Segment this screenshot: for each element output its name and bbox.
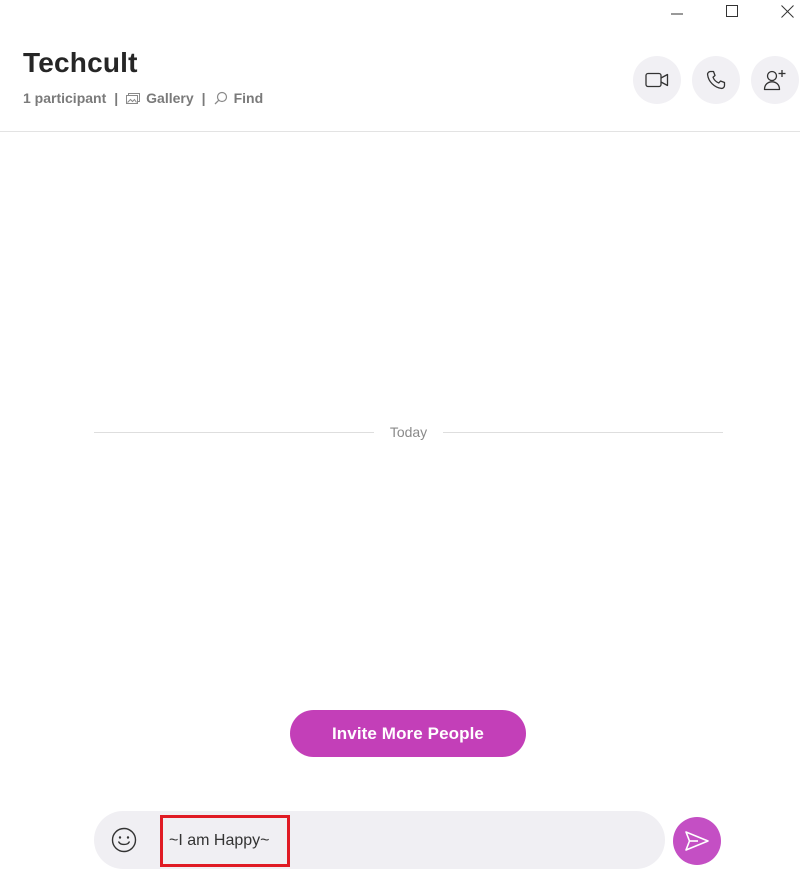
gallery-icon — [126, 93, 141, 104]
close-button[interactable] — [759, 0, 800, 22]
conversation-subbar: 1 participant | Gallery | Find — [23, 90, 263, 106]
add-people-icon — [763, 70, 786, 91]
message-input[interactable] — [160, 815, 290, 867]
maximize-icon — [726, 5, 738, 17]
add-people-button[interactable] — [751, 56, 799, 104]
video-call-icon — [645, 72, 669, 88]
invite-more-people-button[interactable]: Invite More People — [290, 710, 526, 757]
close-icon — [780, 4, 794, 18]
conversation-title[interactable]: Techcult — [23, 47, 138, 79]
audio-call-button[interactable] — [692, 56, 740, 104]
audio-call-icon — [706, 70, 726, 90]
send-icon — [685, 831, 709, 851]
divider-line — [443, 431, 724, 433]
send-button[interactable] — [673, 817, 721, 865]
gallery-link[interactable]: Gallery — [126, 90, 194, 106]
find-link[interactable]: Find — [214, 90, 264, 106]
divider-line — [94, 431, 374, 433]
date-divider: Today — [94, 422, 724, 442]
date-divider-label: Today — [389, 424, 428, 440]
separator: | — [114, 90, 119, 106]
minimize-icon — [671, 13, 683, 15]
find-label: Find — [233, 90, 264, 106]
emoji-button[interactable] — [110, 826, 138, 854]
maximize-button[interactable] — [704, 0, 760, 22]
search-icon — [214, 91, 227, 105]
minimize-button[interactable] — [649, 0, 705, 22]
gallery-label: Gallery — [146, 90, 194, 106]
emoji-icon — [111, 827, 137, 853]
header-divider — [0, 131, 800, 132]
participants-link[interactable]: 1 participant — [23, 90, 106, 106]
separator: | — [201, 90, 206, 106]
video-call-button[interactable] — [633, 56, 681, 104]
